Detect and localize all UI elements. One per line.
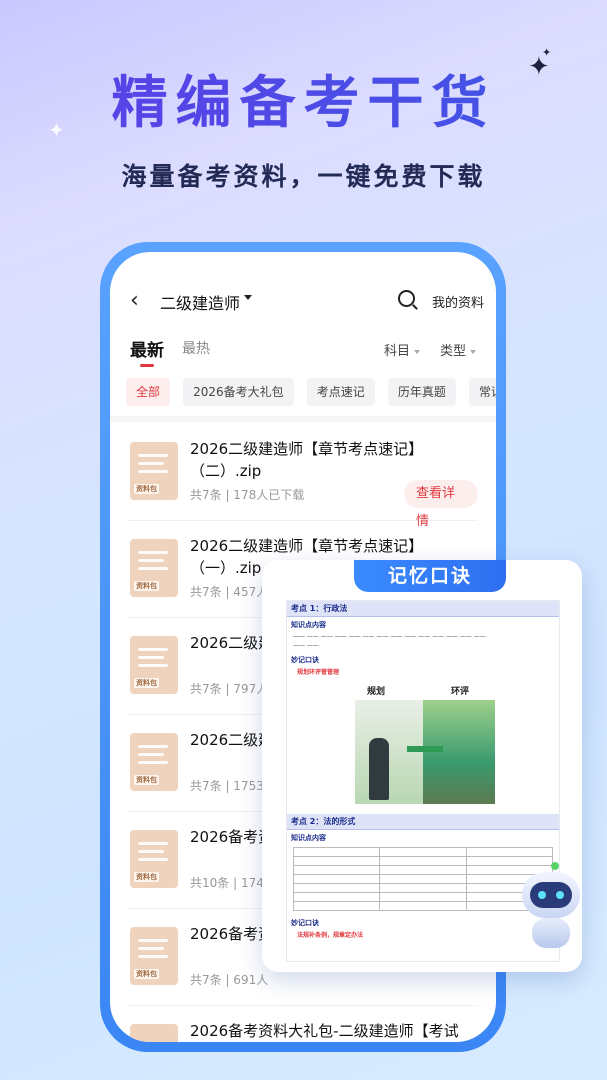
chip-row: 全部 2026备考大礼包 考点速记 历年真题 常识积累 [126, 378, 496, 408]
thumb-tag: 资料包 [134, 484, 159, 494]
chip-general-knowledge[interactable]: 常识积累 [468, 378, 496, 406]
robot-antenna [551, 862, 559, 870]
doc-red-note: 规划环评管管理 [297, 669, 340, 676]
tab-active-indicator [140, 364, 154, 367]
file-thumbnail: 资料包 [130, 636, 178, 694]
item-meta: 共10条 | 1740 [190, 876, 272, 890]
robot-eye [538, 891, 546, 899]
caret-down-icon [470, 349, 477, 354]
chip-all[interactable]: 全部 [126, 378, 171, 406]
thumb-tag: 资料包 [134, 678, 159, 688]
hero-subtitle: 海量备考资料，一键免费下载 [121, 162, 486, 191]
chevron-down-icon[interactable] [244, 295, 252, 300]
list-item[interactable]: 资料包 2026二级建造师【章节考点速记】（二）.zip 共7条 | 178人已… [128, 424, 478, 529]
robot-eye [556, 891, 564, 899]
filter-subject[interactable]: 科目 [384, 340, 421, 359]
chip-gift-pack[interactable]: 2026备考大礼包 [183, 378, 294, 406]
caret-down-icon [414, 349, 421, 354]
lake-image [423, 700, 495, 804]
back-icon[interactable]: ‹ [130, 288, 139, 313]
chip-quick-notes[interactable]: 考点速记 [306, 378, 375, 406]
doc-point2-header: 考点 2：法的形式 [287, 814, 559, 830]
doc-section-mnemonic: 妙记口诀 [291, 656, 319, 664]
tab-bar: 最新 最热 科目 类型 [110, 336, 496, 367]
doc-section-knowledge-2: 知识点内容 [291, 834, 326, 842]
view-detail-button[interactable]: 查看详情 [404, 480, 478, 529]
file-thumbnail: 资料包 [130, 733, 178, 791]
hero-title: 精编备考干货 [0, 58, 607, 139]
top-bar: ‹ 二级建造师 我的资料 [110, 286, 496, 316]
mnemonic-tag: 记忆口诀 [354, 560, 506, 592]
list-item[interactable]: 2026备考资料大礼包-二级建造师【考试 [128, 1006, 478, 1042]
planning-illustration: 规划 环评 [355, 684, 495, 804]
doc-point1-header: 考点 1：行政法 [287, 601, 559, 617]
robot-body [532, 918, 570, 948]
sparkle-white-icon: ✦ [48, 118, 65, 142]
file-thumbnail: 资料包 [130, 927, 178, 985]
tab-latest[interactable]: 最新 [130, 336, 164, 361]
file-thumbnail: 资料包 [130, 830, 178, 888]
item-meta: 共7条 | 691人 [190, 973, 269, 987]
file-thumbnail: 资料包 [130, 539, 178, 597]
category-title[interactable]: 二级建造师 [160, 290, 240, 314]
map-image [355, 700, 423, 804]
tab-hot[interactable]: 最热 [182, 338, 210, 358]
doc-text: —— —— —— —— —— —— —— —— —— —— —— —— —— —… [293, 633, 486, 649]
label-planning: 规划 [367, 687, 386, 697]
label-eia: 环评 [451, 687, 470, 697]
person-figure [369, 738, 389, 800]
filter-type[interactable]: 类型 [440, 340, 477, 359]
thumb-tag: 资料包 [134, 969, 159, 979]
chip-past-exams[interactable]: 历年真题 [387, 378, 456, 406]
doc-section-knowledge: 知识点内容 [291, 621, 326, 629]
file-thumbnail: 资料包 [130, 442, 178, 500]
item-title: 2026二级建造师【章节考点速记】（二）.zip [190, 440, 424, 480]
robot-mascot [514, 862, 590, 954]
sparkle-small-icon: ✦ [542, 46, 552, 59]
double-arrow-icon [407, 746, 443, 752]
thumb-tag: 资料包 [134, 872, 159, 882]
thumb-tag: 资料包 [134, 581, 159, 591]
item-meta: 共7条 | 1753 [190, 779, 264, 793]
search-icon[interactable] [398, 290, 415, 307]
divider [110, 416, 496, 422]
item-meta: 共7条 | 797人 [190, 682, 269, 696]
thumb-tag: 资料包 [134, 775, 159, 785]
item-meta: 共7条 | 178人已下载 [190, 488, 305, 502]
file-thumbnail [130, 1024, 178, 1042]
robot-face [530, 882, 572, 908]
my-materials-link[interactable]: 我的资料 [432, 292, 484, 311]
item-title: 2026备考资料大礼包-二级建造师【考试 [190, 1022, 459, 1040]
